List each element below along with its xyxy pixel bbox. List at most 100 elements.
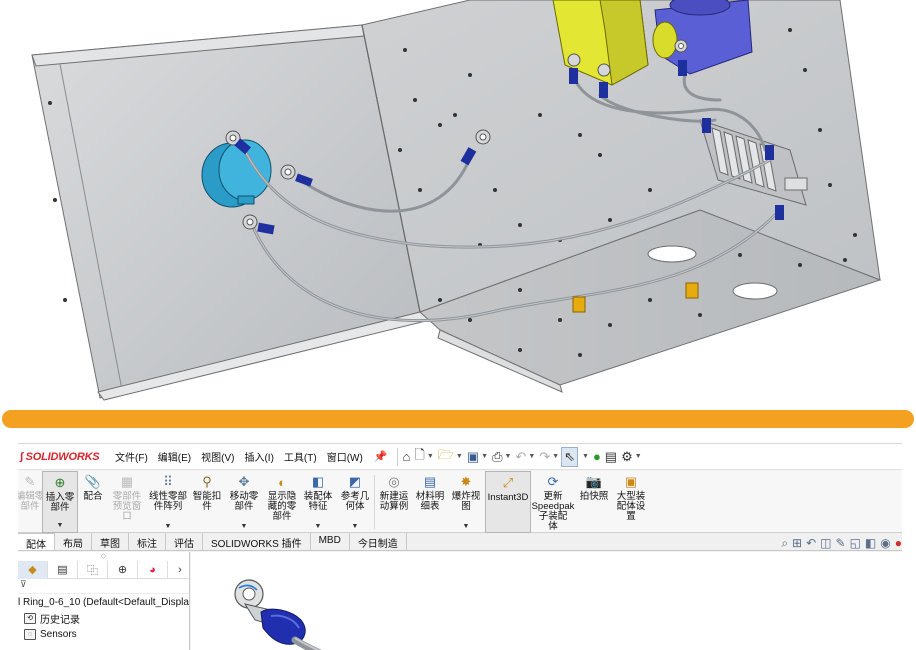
chevron-down-icon[interactable]: ▼: [241, 523, 248, 530]
splice-connector-1: [572, 296, 586, 313]
file-properties-button[interactable]: ▤: [603, 447, 619, 467]
tab-mbd[interactable]: MBD: [311, 533, 350, 550]
mate-button[interactable]: 📎 配合: [78, 471, 108, 533]
graphics-area[interactable]: [191, 552, 902, 650]
menu-tools[interactable]: 工具(T): [279, 449, 322, 464]
command-manager-ribbon: ✎ 编辑零 部件 ⊕ 插入零 部件 ▼ 📎 配合 ▦ 零部件 预览窗 口 ⠿ 线…: [18, 471, 902, 533]
bom-button[interactable]: ▤ 材料明 细表: [413, 471, 447, 533]
chevron-down-icon[interactable]: ▼: [463, 523, 470, 530]
gear-icon: ⚙: [621, 448, 633, 464]
chevron-down-icon[interactable]: ▼: [57, 522, 64, 529]
tab-evaluate[interactable]: 评估: [166, 533, 203, 550]
options-button[interactable]: ⚙ ▼: [619, 447, 644, 467]
property-manager-tab-icon[interactable]: ▤: [48, 560, 78, 579]
linear-pattern-icon: ⠿: [163, 474, 173, 489]
chevron-down-icon[interactable]: ▼: [165, 523, 172, 530]
show-hidden-icon: ◐: [278, 474, 286, 490]
component-preview-button[interactable]: ▦ 零部件 预览窗 口: [108, 471, 146, 533]
tab-addins[interactable]: SOLIDWORKS 插件: [203, 533, 311, 550]
feature-tree-tab-icon[interactable]: ◆: [18, 560, 48, 579]
filter-icon[interactable]: ⊽: [18, 579, 189, 594]
feature-manager-panel: ◇ ◆ ▤ ⿻ ⊕ ◕ › ⊽ l Ring_0-6_10 (Default<D…: [18, 552, 190, 650]
tree-history[interactable]: ⟲ 历史记录: [18, 610, 189, 626]
configuration-manager-tab-icon[interactable]: ⿻: [78, 560, 108, 579]
snapshot-button[interactable]: 📷 拍快照: [575, 471, 613, 533]
motion-study-button[interactable]: ◎ 新建运 动算例: [375, 471, 413, 533]
bom-label: 材料明 细表: [415, 491, 445, 512]
chevron-down-icon[interactable]: ▼: [352, 523, 359, 530]
select-dropdown[interactable]: ▼: [578, 447, 591, 467]
menu-window[interactable]: 窗口(W): [322, 449, 368, 464]
snapshot-label: 拍快照: [579, 491, 609, 502]
reference-geometry-button[interactable]: ◩ 参考几 何体 ▼: [336, 471, 374, 533]
pin-icon[interactable]: 📌: [368, 450, 394, 463]
home-button[interactable]: ⌂: [401, 447, 413, 467]
menu-bar: ∫ SOLIDWORKS 文件(F) 编辑(E) 视图(V) 插入(I) 工具(…: [18, 444, 902, 470]
zoom-to-fit-icon[interactable]: ⌕: [781, 536, 788, 551]
chevron-down-icon: ▼: [528, 453, 536, 460]
zoom-to-area-icon[interactable]: ⊞: [792, 536, 802, 550]
chevron-down-icon: ▼: [481, 453, 489, 460]
linear-pattern-button[interactable]: ⠿ 线性零部 件阵列 ▼: [146, 471, 190, 533]
insert-component-label: 插入零 部件: [45, 492, 75, 513]
tab-assembly[interactable]: 配体: [18, 533, 55, 551]
chevron-right-icon[interactable]: ›: [171, 564, 189, 576]
assembly-render: [0, 0, 916, 408]
menu-file[interactable]: 文件(F): [110, 449, 153, 464]
assembly-feature-button[interactable]: ◧ 装配体 特征 ▼: [300, 471, 336, 533]
open-button[interactable]: 🗁 ▼: [436, 447, 465, 467]
smart-fastener-button[interactable]: ⚲ 智能扣 件: [190, 471, 224, 533]
hide-show-icon[interactable]: ◉: [880, 536, 890, 550]
instant3d-icon: ⤢: [502, 475, 514, 490]
chevron-down-icon: ▼: [426, 453, 434, 460]
display-manager-tab-icon[interactable]: ◕: [138, 560, 168, 579]
show-hidden-button[interactable]: ◐ 显示隐 藏的零 部件: [264, 471, 300, 533]
select-button[interactable]: ⇖: [561, 446, 578, 467]
save-button[interactable]: ▣ ▼: [465, 447, 490, 467]
chevron-down-icon[interactable]: ▼: [315, 523, 322, 530]
tree-root[interactable]: l Ring_0-6_10 (Default<Default_Displa: [18, 594, 189, 610]
speedpak-button[interactable]: ⟳ 更新 Speedpak 子装配 体: [531, 471, 575, 533]
large-assembly-button[interactable]: ▣ 大型装 配体设 置: [613, 471, 649, 533]
view-orientation-icon[interactable]: ◱: [850, 536, 861, 550]
reference-geometry-label: 参考几 何体: [340, 491, 370, 512]
new-document-button[interactable]: 🗋 ▼: [412, 447, 435, 467]
component-preview-label: 零部件 预览窗 口: [112, 491, 142, 522]
linear-pattern-label: 线性零部 件阵列: [148, 491, 187, 512]
display-style-icon[interactable]: ◧: [865, 536, 876, 550]
tree-sensors[interactable]: ◌ Sensors: [18, 626, 189, 642]
dimxpert-tab-icon[interactable]: ⊕: [108, 560, 138, 579]
tab-make-today[interactable]: 今日制造: [350, 533, 407, 550]
exploded-view-icon: ✸: [460, 474, 472, 489]
smart-fastener-icon: ⚲: [202, 474, 212, 489]
previous-view-icon[interactable]: ↶: [806, 536, 816, 550]
tab-layout[interactable]: 布局: [55, 533, 92, 550]
instant3d-button[interactable]: ⤢ Instant3D: [485, 471, 531, 533]
instant3d-label: Instant3D: [487, 492, 529, 503]
menu-insert[interactable]: 插入(I): [239, 449, 278, 464]
splice-connector-2: [685, 282, 699, 299]
dynamic-annotation-icon[interactable]: ✎: [836, 536, 846, 550]
section-view-icon[interactable]: ◫: [820, 536, 831, 550]
insert-component-button[interactable]: ⊕ 插入零 部件 ▼: [42, 471, 78, 533]
exploded-view-button[interactable]: ✸ 爆炸视 图 ▼: [447, 471, 485, 533]
undo-button[interactable]: ↶ ▼: [513, 447, 537, 467]
solidworks-window: ∫ SOLIDWORKS 文件(F) 编辑(E) 视图(V) 插入(I) 工具(…: [18, 443, 902, 650]
menu-edit[interactable]: 编辑(E): [153, 449, 196, 464]
move-component-label: 移动零 部件: [229, 491, 259, 512]
redo-button[interactable]: ↷ ▼: [537, 447, 561, 467]
mate-icon: 📎: [84, 474, 102, 489]
menu-view[interactable]: 视图(V): [196, 449, 239, 464]
move-component-button[interactable]: ✥ 移动零 部件 ▼: [224, 471, 264, 533]
large-assembly-icon: ▣: [624, 474, 638, 489]
screenshot-stage: ∫ SOLIDWORKS 文件(F) 编辑(E) 视图(V) 插入(I) 工具(…: [0, 0, 916, 650]
panel-tabs: ◆ ▤ ⿻ ⊕ ◕ ›: [18, 560, 189, 579]
round-component-tab: [237, 195, 255, 205]
print-button[interactable]: ⎙ ▼: [490, 447, 513, 467]
edit-component-button[interactable]: ✎ 编辑零 部件: [18, 471, 44, 533]
tab-sketch[interactable]: 草图: [92, 533, 129, 550]
heads-up-view-toolbar: ⌕ ⊞ ↶ ◫ ✎ ◱ ◧ ◉ ●: [781, 535, 902, 551]
appearance-icon[interactable]: ●: [895, 536, 902, 550]
rebuild-button[interactable]: ●: [591, 447, 603, 467]
tab-annotation[interactable]: 标注: [129, 533, 166, 550]
